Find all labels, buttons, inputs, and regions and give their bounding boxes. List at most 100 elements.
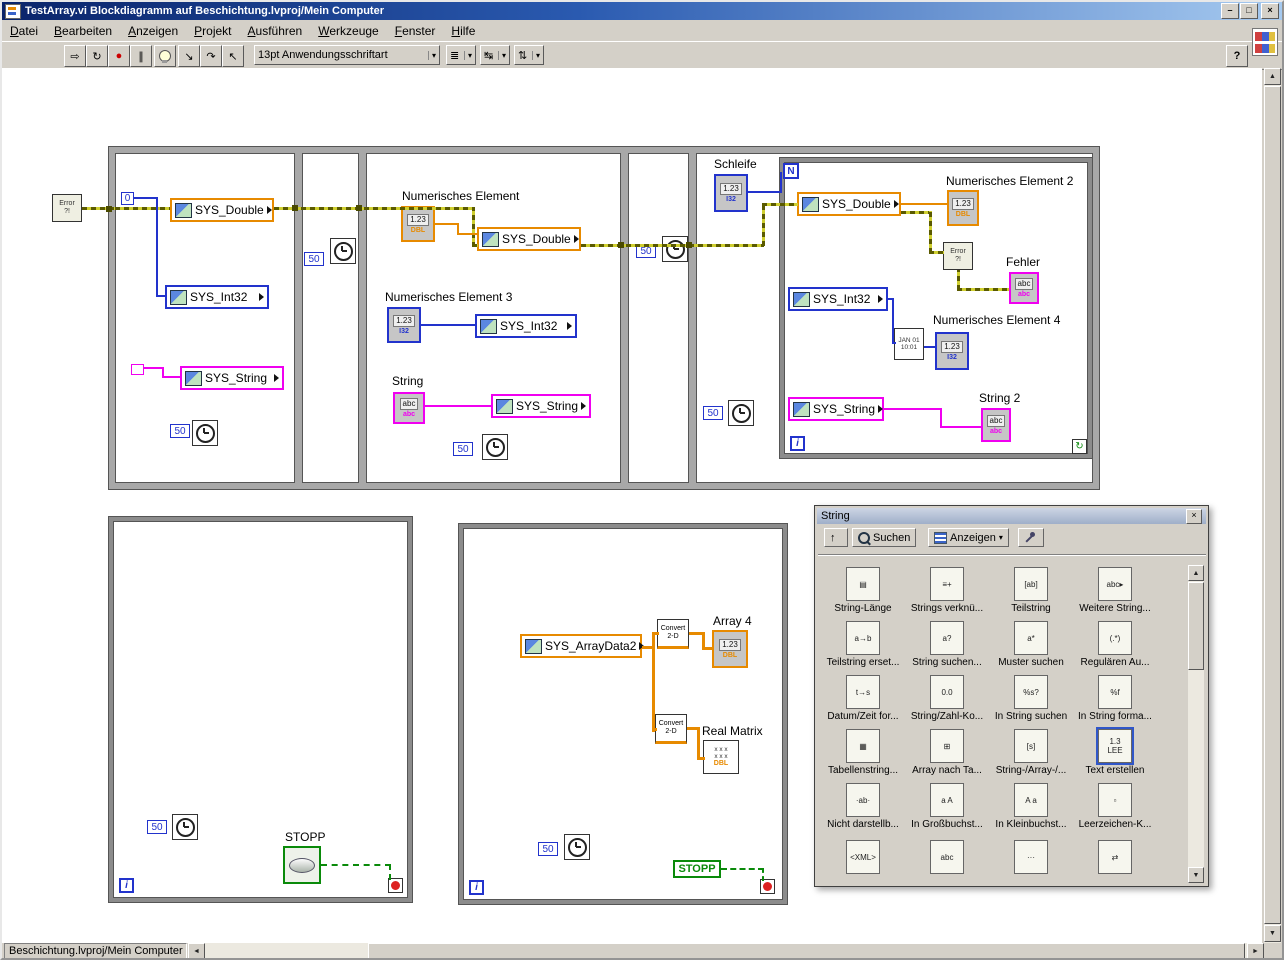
wire[interactable] — [457, 233, 477, 235]
wire[interactable] — [762, 203, 798, 206]
stop-button-terminal[interactable]: STOPP — [673, 860, 721, 878]
execution-highlight-button[interactable] — [154, 45, 176, 67]
palette-item-in-kleinbuchstaben[interactable]: A a In Kleinbuchst... — [989, 783, 1073, 830]
wire[interactable] — [892, 298, 894, 344]
wire[interactable] — [721, 868, 764, 870]
sequence-frame-divider[interactable] — [620, 153, 629, 483]
wire[interactable] — [321, 864, 391, 866]
wire[interactable] — [421, 324, 475, 326]
step-into-button[interactable]: ↘ — [178, 45, 200, 67]
palette-item-tabellenstring[interactable]: ▦ Tabellenstring... — [821, 729, 905, 776]
wire[interactable] — [901, 203, 947, 205]
numeric-indicator-terminal[interactable]: 1.23 I32 — [935, 332, 969, 370]
step-over-button[interactable]: ↷ — [200, 45, 222, 67]
wire[interactable] — [748, 191, 782, 193]
wire[interactable] — [929, 211, 932, 253]
string-indicator-terminal[interactable]: abc abc — [1009, 272, 1039, 304]
shared-variable-sys-string[interactable]: SYS_String — [180, 366, 284, 390]
sequence-frame-divider[interactable] — [688, 153, 697, 483]
scroll-right-button[interactable]: ► — [1247, 943, 1264, 958]
palette-view-button[interactable]: Anzeigen ▾ — [928, 528, 1009, 547]
palette-item-weitere-string[interactable]: abc▸ Weitere String... — [1073, 567, 1157, 614]
palette-item-teilstring-ersetzen[interactable]: a→b Teilstring erset... — [821, 621, 905, 668]
wire[interactable] — [472, 207, 475, 247]
palette-item-string-konstante[interactable]: abc — [905, 840, 989, 876]
palette-item-leerzeichen-konstante[interactable]: ▫ Leerzeichen-K... — [1073, 783, 1157, 830]
wait-ms-node[interactable] — [564, 834, 590, 860]
error-cluster-node[interactable]: Error ?! — [943, 242, 973, 270]
palette-item-array-nach-tabelle[interactable]: ⊞ Array nach Ta... — [905, 729, 989, 776]
align-objects-dropdown[interactable]: ≣ ▾ — [446, 45, 476, 65]
matrix-indicator-terminal[interactable]: x x x x x x DBL — [703, 740, 739, 774]
menu-hilfe[interactable]: Hilfe — [443, 22, 483, 40]
palette-close-button[interactable]: × — [1186, 508, 1202, 524]
array-indicator-terminal[interactable]: 1.23 DBL — [712, 630, 748, 668]
loop-condition-terminal[interactable] — [388, 878, 403, 893]
menu-werkzeuge[interactable]: Werkzeuge — [310, 22, 386, 40]
palette-item-string-suchen[interactable]: a? String suchen... — [905, 621, 989, 668]
numeric-constant-50[interactable]: 50 — [538, 842, 558, 856]
numeric-constant-50[interactable]: 50 — [453, 442, 473, 456]
numeric-control-terminal[interactable]: 1.23 I32 — [387, 307, 421, 343]
shared-variable-sys-double[interactable]: SYS_Double — [170, 198, 274, 222]
wire[interactable] — [780, 172, 782, 193]
palette-item-leerstring-konstante[interactable]: ··· — [989, 840, 1073, 876]
error-cluster-constant[interactable]: Error ?! — [52, 194, 82, 222]
sequence-frame-divider[interactable] — [294, 153, 303, 483]
menu-bearbeiten[interactable]: Bearbeiten — [46, 22, 120, 40]
numeric-constant-50[interactable]: 50 — [147, 820, 167, 834]
run-continuous-button[interactable]: ↻ — [86, 45, 108, 67]
wait-ms-node[interactable] — [172, 814, 198, 840]
palette-item-regulaerer-ausdruck[interactable]: (.*) Regulären Au... — [1073, 621, 1157, 668]
menu-anzeigen[interactable]: Anzeigen — [120, 22, 186, 40]
palette-item-in-string-formatieren[interactable]: %f In String forma... — [1073, 675, 1157, 722]
wire[interactable] — [957, 270, 960, 290]
palette-item-nicht-darstellbar[interactable]: ·ab· Nicht darstellb... — [821, 783, 905, 830]
menu-datei[interactable]: Datei — [2, 22, 46, 40]
menu-fenster[interactable]: Fenster — [387, 22, 444, 40]
wire[interactable] — [134, 197, 158, 199]
loop-condition-terminal[interactable] — [760, 879, 775, 894]
wire[interactable] — [940, 426, 981, 428]
wire[interactable] — [274, 207, 474, 210]
convert-2d-node[interactable]: Convert 2-D — [655, 714, 687, 744]
palette-item-text-erstellen[interactable]: 1.3 LEE Text erstellen — [1073, 727, 1157, 776]
wire[interactable] — [929, 251, 944, 254]
wire[interactable] — [762, 868, 764, 881]
wire[interactable] — [652, 632, 659, 635]
scroll-up-button[interactable]: ▲ — [1264, 68, 1281, 85]
wire[interactable] — [697, 727, 700, 759]
numeric-control-terminal[interactable]: 1.23 DBL — [401, 206, 435, 242]
scroll-left-button[interactable]: ◄ — [188, 943, 205, 958]
run-button[interactable]: ⇨ — [64, 45, 86, 67]
loop-iteration-terminal[interactable]: i — [119, 878, 134, 893]
numeric-constant-50[interactable]: 50 — [703, 406, 723, 420]
numeric-constant-0[interactable]: 0 — [121, 192, 134, 205]
palette-item-teilstring[interactable]: [ab] Teilstring — [989, 567, 1073, 614]
while-loop-structure[interactable] — [459, 524, 787, 904]
wait-ms-node[interactable] — [330, 238, 356, 264]
minimize-button[interactable]: – — [1221, 3, 1239, 19]
wire[interactable] — [472, 244, 478, 247]
wire[interactable] — [156, 295, 165, 297]
wait-ms-node[interactable] — [662, 236, 688, 262]
horizontal-scrollbar-thumb[interactable] — [368, 943, 1245, 958]
numeric-control-terminal[interactable]: 1.23 I32 — [714, 174, 748, 212]
wire[interactable] — [697, 757, 705, 760]
palette-pin-button[interactable] — [1018, 528, 1044, 547]
wire[interactable] — [957, 288, 1009, 291]
format-datetime-node[interactable]: JAN 01 10:01 — [894, 328, 924, 360]
convert-2d-node[interactable]: Convert 2-D — [657, 619, 689, 649]
wire[interactable] — [425, 405, 491, 407]
shared-variable-sys-string[interactable]: SYS_String — [491, 394, 591, 418]
palette-item-string-zahl-konvertierung[interactable]: 0.0 String/Zahl-Ko... — [905, 675, 989, 722]
shared-variable-sys-string[interactable]: SYS_String — [788, 397, 884, 421]
scroll-up-button[interactable]: ▲ — [1188, 565, 1204, 581]
wire[interactable] — [884, 408, 942, 410]
reorder-dropdown[interactable]: ⇅ ▾ — [514, 45, 544, 65]
numeric-indicator-terminal[interactable]: 1.23 DBL — [947, 190, 979, 226]
menu-ausfuehren[interactable]: Ausführen — [240, 22, 311, 40]
wire[interactable] — [924, 346, 935, 348]
palette-item-datum-zeit-format[interactable]: t→s Datum/Zeit for... — [821, 675, 905, 722]
scroll-down-button[interactable]: ▼ — [1264, 925, 1281, 942]
